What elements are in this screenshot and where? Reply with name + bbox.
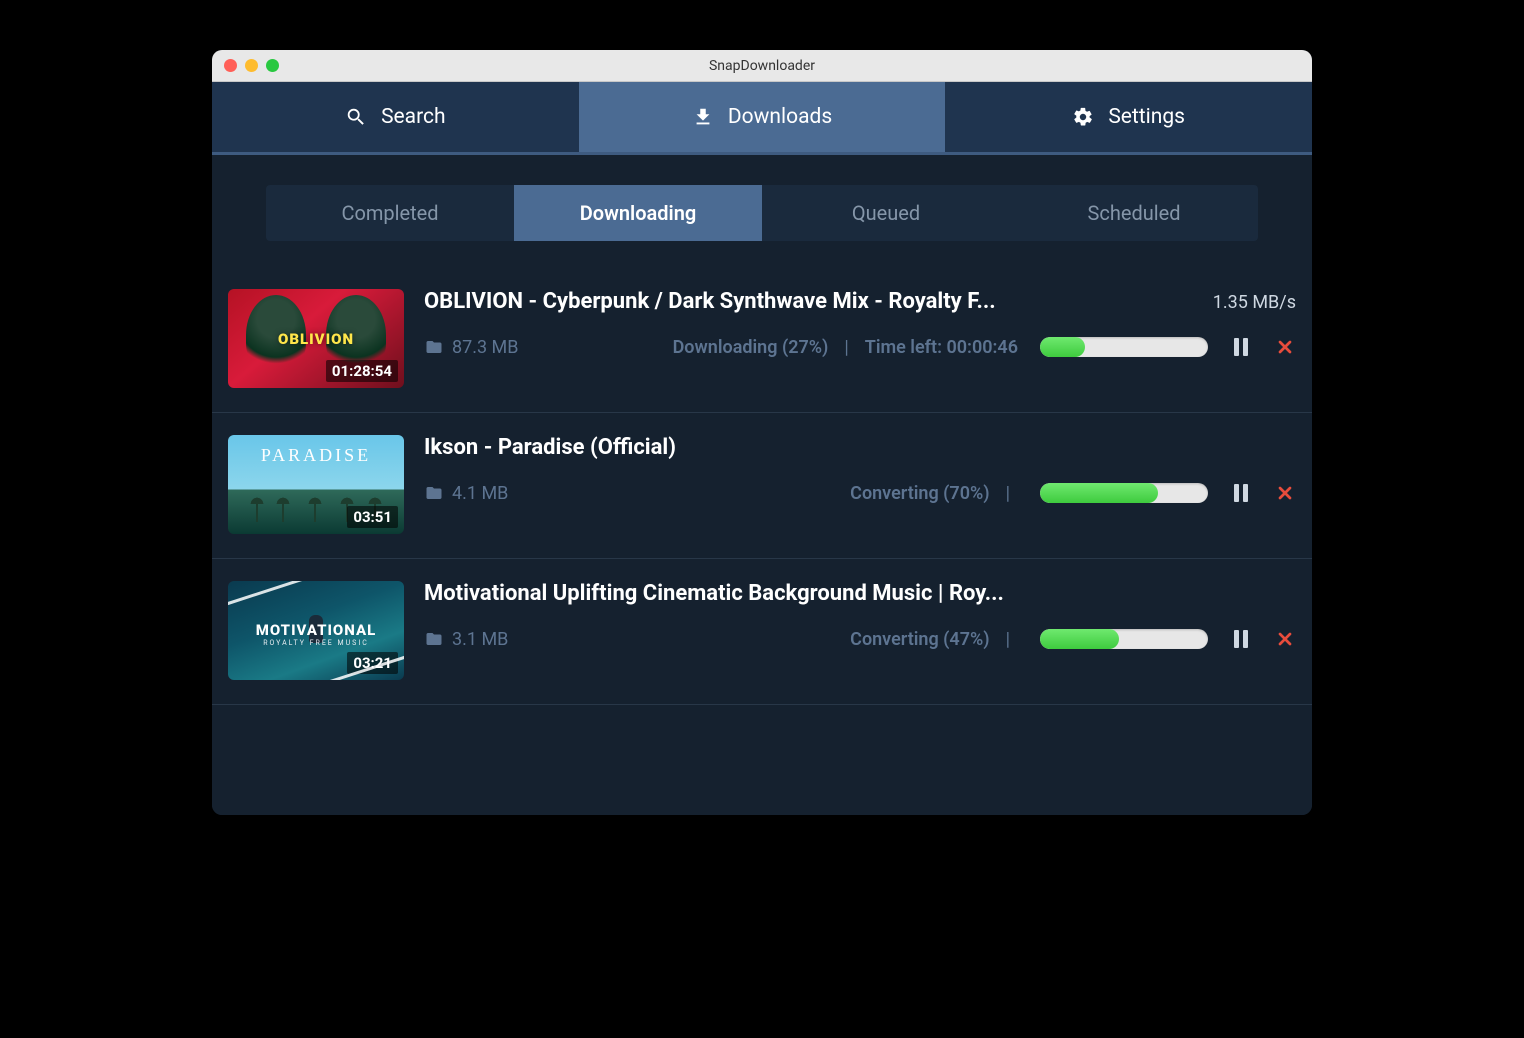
tab-settings[interactable]: Settings [945, 82, 1312, 152]
thumbnail[interactable]: MOTIVATIONAL ROYALTY FREE MUSIC 03:21 [228, 581, 404, 680]
tab-downloads-label: Downloads [728, 105, 832, 129]
cancel-button[interactable] [1274, 482, 1296, 504]
window-title: SnapDownloader [212, 58, 1312, 74]
file-size: 87.3 MB [452, 337, 519, 358]
subtab-scheduled-label: Scheduled [1087, 201, 1180, 225]
subtab-completed[interactable]: Completed [266, 185, 514, 241]
close-icon [1275, 629, 1295, 649]
progress-bar [1040, 629, 1208, 649]
folder-icon[interactable] [424, 630, 444, 648]
main-tabs: Search Downloads Settings [212, 82, 1312, 155]
thumbnail[interactable]: OBLIVION 01:28:54 [228, 289, 404, 388]
thumbnail-sublabel: ROYALTY FREE MUSIC [263, 639, 369, 647]
file-size: 4.1 MB [452, 483, 508, 504]
progress-fill [1040, 337, 1085, 357]
subtab-scheduled[interactable]: Scheduled [1010, 185, 1258, 241]
window-close-button[interactable] [224, 59, 237, 72]
file-size: 3.1 MB [452, 629, 508, 650]
titlebar: SnapDownloader [212, 50, 1312, 82]
thumbnail-label: PARADISE [261, 445, 371, 466]
subtab-completed-label: Completed [341, 201, 438, 225]
download-speed: 1.35 MB/s [1213, 292, 1296, 313]
window-minimize-button[interactable] [245, 59, 258, 72]
close-icon [1275, 483, 1295, 503]
download-title: Motivational Uplifting Cinematic Backgro… [424, 581, 1296, 606]
download-title: Ikson - Paradise (Official) [424, 435, 1296, 460]
subtab-downloading[interactable]: Downloading [514, 185, 762, 241]
separator: | [844, 337, 848, 358]
app-window: SnapDownloader Search Downloads Settings… [212, 50, 1312, 815]
folder-icon[interactable] [424, 338, 444, 356]
thumbnail-label: OBLIVION [278, 330, 354, 348]
tab-search-label: Search [381, 105, 446, 129]
gear-icon [1072, 106, 1094, 128]
thumbnail-label: MOTIVATIONAL [256, 621, 377, 639]
cancel-button[interactable] [1274, 336, 1296, 358]
pause-icon [1234, 630, 1248, 648]
download-icon [692, 106, 714, 128]
thumbnail[interactable]: PARADISE 03:51 [228, 435, 404, 534]
sub-tabs: Completed Downloading Queued Scheduled [266, 185, 1258, 241]
tab-downloads[interactable]: Downloads [579, 82, 946, 152]
video-duration: 03:51 [347, 506, 398, 528]
time-left: Time left: 00:00:46 [865, 337, 1018, 358]
pause-button[interactable] [1230, 336, 1252, 358]
row-body: Ikson - Paradise (Official) 4.1 MB Conve… [424, 435, 1296, 504]
search-icon [345, 106, 367, 128]
download-row: PARADISE 03:51 Ikson - Paradise (Officia… [212, 413, 1312, 559]
tab-search[interactable]: Search [212, 82, 579, 152]
progress-fill [1040, 629, 1119, 649]
download-row: MOTIVATIONAL ROYALTY FREE MUSIC 03:21 Mo… [212, 559, 1312, 705]
traffic-lights [212, 59, 279, 72]
pause-button[interactable] [1230, 628, 1252, 650]
pause-button[interactable] [1230, 482, 1252, 504]
content-area: Completed Downloading Queued Scheduled O… [212, 155, 1312, 815]
window-zoom-button[interactable] [266, 59, 279, 72]
cancel-button[interactable] [1274, 628, 1296, 650]
video-duration: 03:21 [347, 652, 398, 674]
separator: | [1006, 629, 1010, 650]
progress-bar [1040, 483, 1208, 503]
close-icon [1275, 337, 1295, 357]
folder-icon[interactable] [424, 484, 444, 502]
tab-settings-label: Settings [1108, 105, 1185, 129]
subtab-downloading-label: Downloading [580, 201, 697, 225]
download-list: OBLIVION 01:28:54 OBLIVION - Cyberpunk /… [212, 267, 1312, 705]
pause-icon [1234, 338, 1248, 356]
download-title: OBLIVION - Cyberpunk / Dark Synthwave Mi… [424, 289, 1193, 314]
download-status: Converting (70%) [850, 483, 989, 504]
download-status: Downloading (27%) [673, 337, 829, 358]
video-duration: 01:28:54 [326, 360, 398, 382]
download-row: OBLIVION 01:28:54 OBLIVION - Cyberpunk /… [212, 267, 1312, 413]
row-body: OBLIVION - Cyberpunk / Dark Synthwave Mi… [424, 289, 1296, 358]
download-status: Converting (47%) [850, 629, 989, 650]
row-body: Motivational Uplifting Cinematic Backgro… [424, 581, 1296, 650]
subtab-queued[interactable]: Queued [762, 185, 1010, 241]
subtab-queued-label: Queued [852, 201, 920, 225]
progress-bar [1040, 337, 1208, 357]
separator: | [1006, 483, 1010, 504]
pause-icon [1234, 484, 1248, 502]
progress-fill [1040, 483, 1158, 503]
